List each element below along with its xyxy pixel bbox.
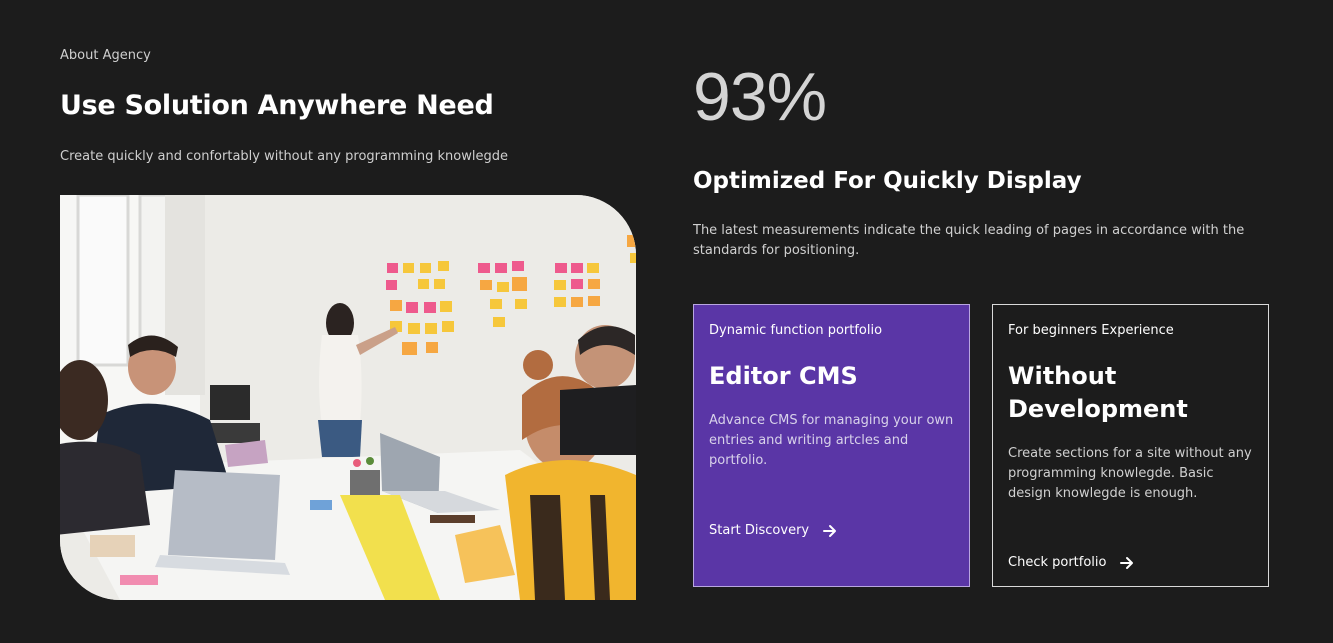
about-eyebrow: About Agency [60, 48, 151, 63]
card-link-label: Check portfolio [1008, 555, 1107, 570]
card-title: Editor CMS [709, 362, 858, 390]
arrow-right-icon [1120, 556, 1134, 570]
card-editor-cms: Dynamic function portfolio Editor CMS Ad… [693, 304, 970, 587]
stat-title: Optimized For Quickly Display [693, 168, 1082, 194]
card-eyebrow: Dynamic function portfolio [709, 323, 883, 338]
card-text: Create sections for a site without any p… [1008, 446, 1252, 501]
start-discovery-link[interactable]: Start Discovery [709, 523, 837, 538]
card-without-development: For beginners Experience Without Develop… [992, 304, 1269, 587]
about-subtext: Create quickly and confortably without a… [60, 149, 508, 164]
about-heading: Use Solution Anywhere Need [60, 90, 494, 121]
stat-value: 93% [693, 59, 827, 135]
check-portfolio-link[interactable]: Check portfolio [1008, 555, 1134, 570]
card-eyebrow: For beginners Experience [1008, 323, 1174, 338]
arrow-right-icon [823, 524, 837, 538]
card-text: Advance CMS for managing your own entrie… [709, 413, 954, 468]
card-title: Without Development [1008, 362, 1188, 423]
stat-description: The latest measurements indicate the qui… [693, 223, 1245, 258]
card-link-label: Start Discovery [709, 523, 810, 538]
team-meeting-photo [60, 195, 636, 600]
